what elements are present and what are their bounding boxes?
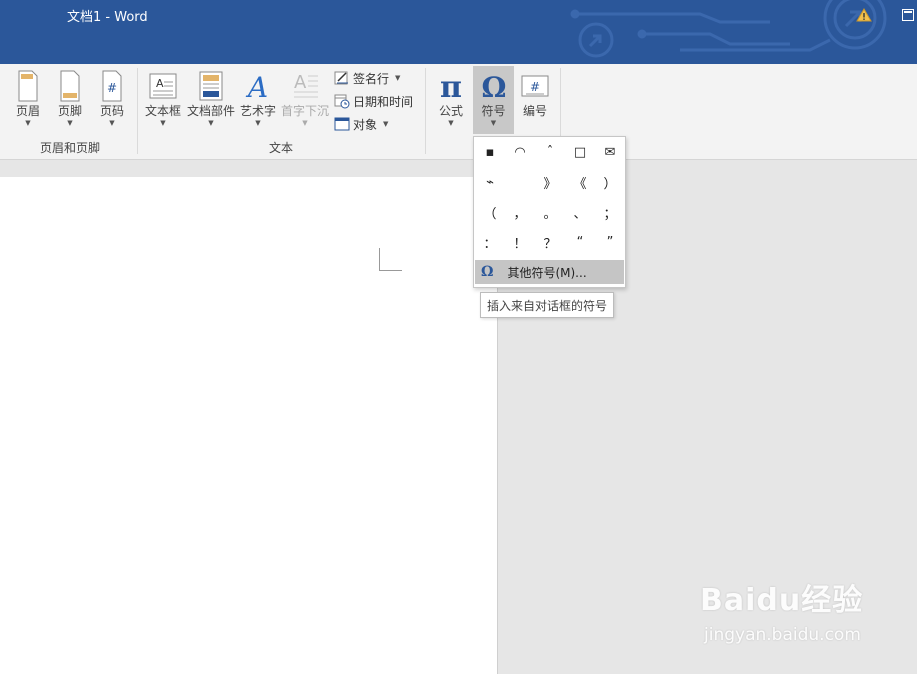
number-icon: # bbox=[521, 75, 549, 97]
symbol-cell[interactable]: 》 bbox=[535, 167, 565, 197]
group-separator bbox=[137, 68, 138, 154]
equation-label: 公式 bbox=[438, 104, 463, 118]
symbol-label: 符号 bbox=[481, 104, 506, 118]
symbol-cell[interactable]: 、 bbox=[565, 197, 595, 227]
signature-line-icon bbox=[334, 71, 348, 85]
wordart-button[interactable]: A 艺术字 ▼ bbox=[238, 68, 278, 127]
watermark: Baidu经验 jingyan.baidu.com bbox=[700, 575, 864, 645]
more-symbols-label: 其他符号(M)... bbox=[507, 265, 587, 280]
chevron-down-icon: ▼ bbox=[302, 119, 308, 127]
symbol-cell[interactable]: □ bbox=[565, 137, 595, 167]
title-bar: 文档1 - Word bbox=[0, 0, 917, 64]
ribbon-display-options-icon[interactable] bbox=[902, 9, 914, 21]
chevron-down-icon: ▼ bbox=[208, 119, 214, 127]
date-time-label: 日期和时间 bbox=[353, 94, 414, 109]
quick-parts-icon bbox=[199, 71, 223, 101]
symbol-cell[interactable]: 《 bbox=[565, 167, 595, 197]
signature-line-label: 签名行 bbox=[353, 71, 390, 86]
document-page[interactable] bbox=[0, 177, 498, 674]
signature-line-button[interactable]: 签名行 ▼ bbox=[334, 68, 400, 88]
wordart-icon: A bbox=[245, 71, 268, 102]
header-button[interactable]: 页眉 ▼ bbox=[10, 68, 46, 127]
quick-parts-button[interactable]: 文档部件 ▼ bbox=[186, 68, 236, 127]
page-number-icon: # bbox=[102, 70, 122, 102]
warning-icon[interactable] bbox=[856, 8, 872, 22]
symbol-cell[interactable]: （ bbox=[475, 197, 505, 227]
symbol-cell[interactable]: ！ bbox=[505, 227, 535, 257]
header-label: 页眉 bbox=[15, 104, 40, 118]
margin-corner-mark bbox=[379, 248, 402, 271]
wordart-label: 艺术字 bbox=[239, 104, 276, 118]
symbol-cell[interactable]: “ bbox=[565, 227, 595, 257]
object-icon bbox=[334, 117, 350, 131]
quick-parts-label: 文档部件 bbox=[186, 104, 235, 118]
symbol-cell[interactable]: ✉ bbox=[595, 137, 625, 167]
equation-button[interactable]: π 公式 ▼ bbox=[432, 68, 470, 127]
date-time-button[interactable]: 日期和时间 bbox=[334, 91, 413, 111]
svg-text:#: # bbox=[530, 80, 540, 94]
page-number-label: 页码 bbox=[99, 104, 124, 118]
svg-text:π: π bbox=[440, 70, 462, 102]
object-button[interactable]: 对象 ▼ bbox=[334, 114, 388, 134]
symbol-cell[interactable]: 。 bbox=[535, 197, 565, 227]
chevron-down-icon: ▼ bbox=[395, 74, 401, 82]
symbol-cell[interactable] bbox=[505, 167, 535, 197]
symbol-cell[interactable]: ？ bbox=[535, 227, 565, 257]
drop-cap-icon: A bbox=[294, 72, 318, 98]
svg-text:Ω: Ω bbox=[481, 71, 506, 102]
symbol-cell[interactable]: ▪ bbox=[475, 137, 505, 167]
text-box-button[interactable]: A 文本框 ▼ bbox=[143, 68, 183, 127]
window-title: 文档1 - Word bbox=[67, 10, 148, 25]
footer-label: 页脚 bbox=[57, 104, 82, 118]
symbol-cell[interactable]: ˆ bbox=[535, 137, 565, 167]
chevron-down-icon: ▼ bbox=[109, 119, 115, 127]
symbol-cell[interactable]: ⌁ bbox=[475, 167, 505, 197]
chevron-down-icon: ▼ bbox=[160, 119, 166, 127]
number-button[interactable]: # 编号 bbox=[517, 68, 553, 119]
symbol-cell[interactable]: ” bbox=[595, 227, 625, 257]
text-box-label: 文本框 bbox=[144, 104, 181, 118]
more-symbols-item[interactable]: Ω 其他符号(M)... bbox=[475, 260, 624, 284]
drop-cap-button: A 首字下沉 ▼ bbox=[280, 68, 330, 127]
chevron-down-icon: ▼ bbox=[448, 119, 454, 127]
footer-button[interactable]: 页脚 ▼ bbox=[52, 68, 88, 127]
symbol-button[interactable]: Ω 符号 ▼ bbox=[473, 66, 514, 134]
drop-cap-label: 首字下沉 bbox=[280, 104, 329, 118]
document-gap bbox=[0, 160, 917, 177]
object-label: 对象 bbox=[353, 117, 378, 132]
text-box-icon: A bbox=[149, 73, 177, 99]
pi-icon: π bbox=[440, 70, 462, 102]
header-icon bbox=[18, 70, 38, 102]
group-label-text: 文本 bbox=[269, 141, 294, 155]
group-separator bbox=[425, 68, 426, 154]
svg-text:A: A bbox=[156, 77, 164, 90]
circuit-decoration bbox=[570, 0, 887, 58]
chevron-down-icon: ▼ bbox=[255, 119, 261, 127]
svg-text:A: A bbox=[294, 72, 307, 93]
svg-text:#: # bbox=[107, 81, 117, 95]
watermark-brand: Baidu经验 bbox=[700, 583, 864, 618]
symbol-cell[interactable]: ） bbox=[595, 167, 625, 197]
calendar-clock-icon bbox=[334, 94, 350, 109]
symbol-cell[interactable]: ， bbox=[505, 197, 535, 227]
symbol-cell[interactable]: ； bbox=[595, 197, 625, 227]
ribbon: 页眉 ▼ 页脚 ▼ # 页码 ▼ 页眉和页脚 A 文本框 ▼ 文档部件 ▼ A … bbox=[0, 64, 917, 160]
chevron-down-icon: ▼ bbox=[67, 119, 73, 127]
tooltip: 插入来自对话框的符号 bbox=[480, 292, 615, 318]
chevron-down-icon: ▼ bbox=[490, 119, 497, 127]
chevron-down-icon: ▼ bbox=[25, 119, 31, 127]
footer-icon bbox=[60, 70, 80, 102]
omega-icon: Ω bbox=[481, 71, 506, 102]
group-label-header-footer: 页眉和页脚 bbox=[40, 141, 101, 155]
svg-text:A: A bbox=[245, 71, 268, 102]
omega-icon: Ω bbox=[481, 264, 494, 280]
number-label: 编号 bbox=[522, 104, 547, 118]
chevron-down-icon: ▼ bbox=[383, 120, 389, 128]
symbol-dropdown: ▪ ◠ ˆ □ ✉ ⌁ 》《） （，。、； ：！？ “” Ω 其他符号(M)... bbox=[473, 136, 626, 288]
watermark-url: jingyan.baidu.com bbox=[704, 625, 861, 645]
symbol-cell[interactable]: ： bbox=[475, 227, 505, 257]
page-number-button[interactable]: # 页码 ▼ bbox=[94, 68, 130, 127]
symbol-cell[interactable]: ◠ bbox=[505, 137, 535, 167]
